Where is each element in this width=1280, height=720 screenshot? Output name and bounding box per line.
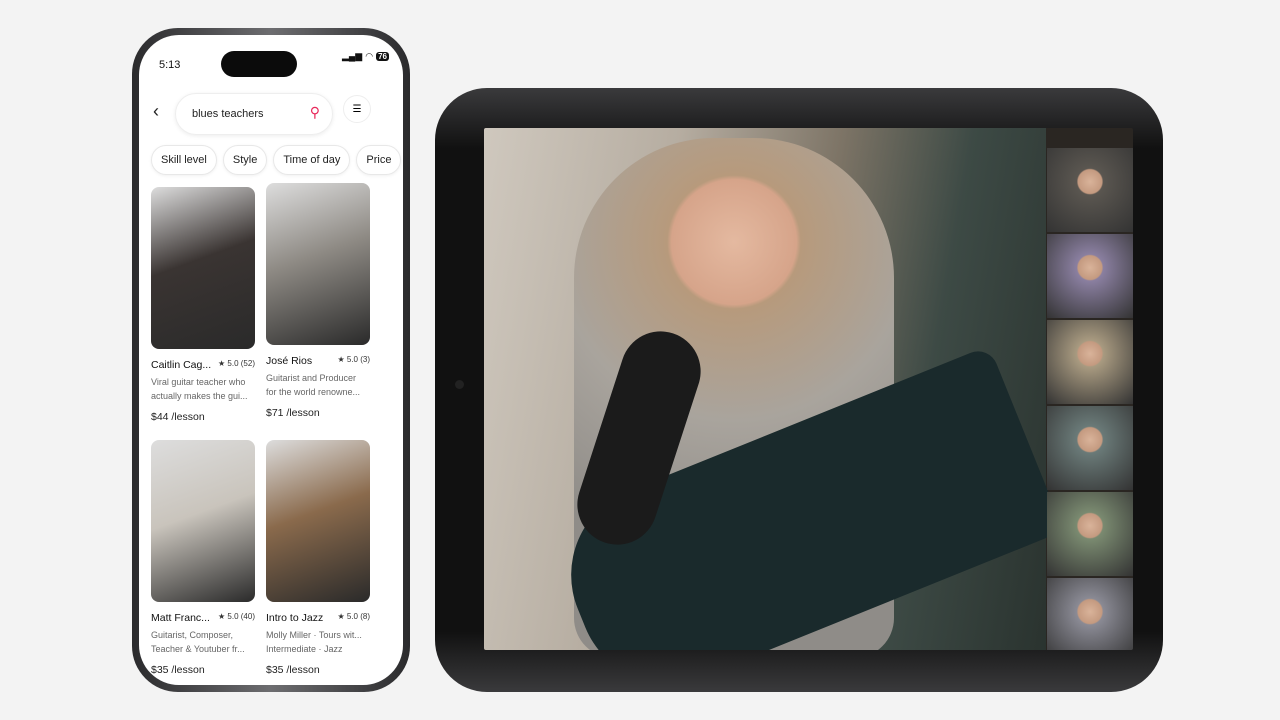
- participant-video-tile[interactable]: [1047, 234, 1133, 318]
- chip-price[interactable]: Price: [356, 145, 402, 175]
- search-query: blues teachers: [192, 108, 264, 120]
- search-input[interactable]: blues teachers ⚲: [175, 93, 333, 135]
- teacher-card[interactable]: José Rios ★ 5.0 (3) Guitarist and Produce…: [266, 183, 370, 419]
- wifi-icon: ◠: [365, 51, 374, 61]
- status-time: 5:13: [159, 59, 181, 71]
- chip-style[interactable]: Style: [222, 145, 268, 175]
- desc: Guitarist and Producer: [266, 373, 357, 383]
- video-call-screen: [484, 128, 1133, 650]
- teacher-card[interactable]: Matt Franc... ★ 5.0 (40) Guitarist, Compo…: [151, 440, 255, 676]
- price: $35 /lesson: [151, 664, 205, 676]
- dynamic-island: [221, 51, 297, 77]
- price: $44 /lesson: [151, 411, 205, 423]
- filter-chips: Skill level Style Time of day Price: [151, 145, 402, 175]
- search-icon[interactable]: ⚲: [310, 104, 320, 121]
- price: $35 /lesson: [266, 664, 320, 676]
- status-icons: ▂▄▆ ◠ 76: [342, 51, 389, 62]
- chip-time-of-day[interactable]: Time of day: [273, 145, 351, 175]
- phone-device: 5:13 ▂▄▆ ◠ 76 ‹ blues teachers ⚲ ☰ Skill…: [132, 28, 410, 692]
- participant-video-tile[interactable]: [1047, 148, 1133, 232]
- teacher-name: Matt Franc...: [151, 612, 210, 624]
- rating: ★ 5.0 (52): [218, 359, 255, 368]
- participant-video-tile[interactable]: [1047, 320, 1133, 404]
- front-camera: [455, 380, 464, 389]
- participant-video-tile[interactable]: [1047, 578, 1133, 650]
- main-video-feed: [484, 128, 1064, 650]
- chip-skill-level[interactable]: Skill level: [151, 145, 217, 175]
- filter-icon: ☰: [352, 103, 362, 115]
- teacher-photo: [266, 440, 370, 602]
- participant-video-tile[interactable]: [1047, 492, 1133, 576]
- battery-icon: 76: [376, 52, 389, 61]
- phone-screen: 5:13 ▂▄▆ ◠ 76 ‹ blues teachers ⚲ ☰ Skill…: [139, 35, 403, 685]
- desc: Viral guitar teacher who: [151, 377, 246, 387]
- rating: ★ 5.0 (8): [337, 612, 370, 621]
- teacher-card[interactable]: Caitlin Cag... ★ 5.0 (52) Viral guitar te…: [151, 187, 255, 423]
- tablet-device: [435, 88, 1163, 692]
- desc: Guitarist, Composer,: [151, 630, 234, 640]
- back-icon[interactable]: ‹: [153, 101, 159, 122]
- signal-icon: ▂▄▆: [342, 51, 363, 61]
- teacher-photo: [151, 440, 255, 602]
- teacher-card[interactable]: Intro to Jazz ★ 5.0 (8) Molly Miller · To…: [266, 440, 370, 676]
- teacher-photo: [266, 183, 370, 345]
- desc: Molly Miller · Tours wit...: [266, 630, 362, 640]
- teacher-name: Intro to Jazz: [266, 612, 324, 624]
- teacher-photo: [151, 187, 255, 349]
- participant-video-tile[interactable]: [1047, 406, 1133, 490]
- rating: ★ 5.0 (40): [218, 612, 255, 621]
- participant-tiles: [1047, 148, 1133, 650]
- desc: Intermediate · Jazz: [266, 644, 343, 654]
- desc: for the world renowne...: [266, 387, 361, 397]
- desc: actually makes the gui...: [151, 391, 248, 401]
- filter-button[interactable]: ☰: [343, 95, 371, 123]
- teacher-name: José Rios: [266, 355, 313, 367]
- desc: Teacher & Youtuber fr...: [151, 644, 245, 654]
- teacher-name: Caitlin Cag...: [151, 359, 212, 371]
- rating: ★ 5.0 (3): [337, 355, 370, 364]
- price: $71 /lesson: [266, 407, 320, 419]
